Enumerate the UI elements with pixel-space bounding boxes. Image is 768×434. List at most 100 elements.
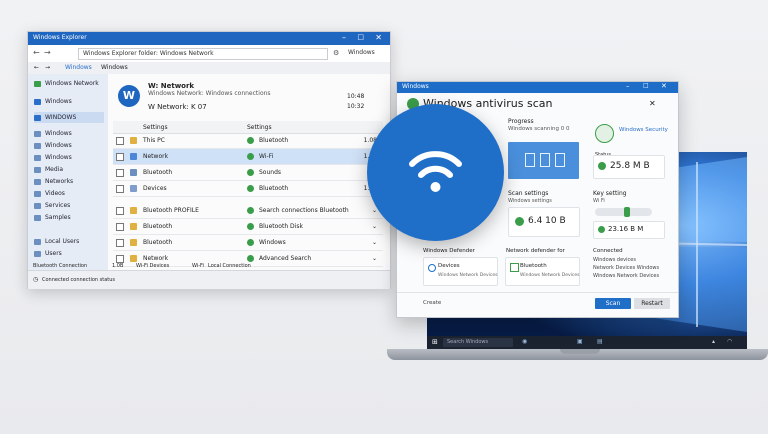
file-icon [525,153,535,167]
status-icon [247,207,254,214]
row-checkbox[interactable] [116,153,124,161]
defender-card[interactable]: Devices Windows Network Devices [423,257,498,286]
close-icon[interactable]: ✕ [649,99,656,108]
row-checkbox[interactable] [116,169,124,177]
start-icon[interactable]: ⊞ [432,338,438,346]
row-checkbox[interactable] [116,207,124,215]
forward-arrow-icon[interactable]: → [45,64,50,71]
app-logo-icon: W [118,85,140,107]
sidebar-item[interactable]: Windows Network [34,78,104,89]
status-item[interactable]: Bluetooth Connection [33,263,87,269]
network-card[interactable]: Bluetooth Windows Network Devices [505,257,580,286]
status-item[interactable]: 1.0B [112,263,123,269]
sidebar-item[interactable]: Videos [34,188,104,199]
tab-windows[interactable]: Windows [65,64,92,71]
maximize-icon[interactable]: □ [357,33,364,41]
folder-icon [34,80,41,87]
status-icon [247,137,254,144]
search-label[interactable]: Windows [348,49,375,56]
folder-icon [34,202,41,209]
close-icon[interactable]: ✕ [375,33,382,42]
sidebar-item[interactable]: Windows [34,152,104,163]
card3-line: Windows devices [593,257,636,263]
wifi-tray-icon[interactable]: ◠ [727,338,732,345]
table-row[interactable]: BluetoothSounds⌄ [113,165,383,181]
sidebar-item[interactable]: Windows [34,128,104,139]
table-row[interactable]: This PC Bluetooth 1.08 [113,133,383,149]
app-header: W W: Network Windows Network: Windows co… [114,79,384,115]
file-icon [130,207,137,214]
folder-icon [34,238,41,245]
taskbar-search[interactable]: Search Windows [443,338,513,347]
status-item[interactable]: Wi-Fi [192,263,204,269]
tab-windows-2[interactable]: Windows [101,64,128,71]
card1-item: Devices [438,263,460,269]
key-slider[interactable] [595,207,652,217]
row-checkbox[interactable] [116,255,124,263]
back-arrow-icon[interactable]: ← [33,48,40,57]
security-check-icon [595,124,614,143]
file-icon [130,169,137,176]
row-checkbox[interactable] [116,137,124,145]
settings-card[interactable]: 6.4 10 B [508,207,580,237]
row-type: Wi-Fi [259,153,274,160]
table-row[interactable]: DevicesBluetooth1.08 [113,181,383,197]
sidebar-item[interactable]: Local Users [34,236,104,247]
restart-button[interactable]: Restart [634,298,670,309]
sidebar-item[interactable]: Services [34,200,104,211]
close-icon[interactable]: ✕ [661,82,667,90]
table-row[interactable]: Bluetooth Bluetooth Disk ⌄ [113,219,383,235]
sidebar-item[interactable]: Windows [34,140,104,151]
file-icon [555,153,565,167]
tray-icon[interactable]: ▴ [712,338,715,345]
footer-divider [397,292,678,293]
row-checkbox[interactable] [116,239,124,247]
taskbar-app-icon[interactable]: ▣ [577,338,583,345]
slider-handle[interactable] [624,207,630,217]
forward-arrow-icon[interactable]: → [44,48,51,57]
column-header-2[interactable]: Settings [247,124,272,131]
card2-title: Network defender for [506,248,565,254]
sidebar-item[interactable]: WINDOWS [34,112,104,123]
scan-button[interactable]: Scan [595,298,631,309]
sidebar-item-label: Windows [45,142,72,149]
sidebar-item[interactable]: Windows [34,96,104,107]
status-dot-icon [598,162,606,170]
row-type: Bluetooth [259,185,289,192]
maximize-icon[interactable]: □ [643,82,649,89]
folder-icon [34,98,41,105]
taskbar-app-icon[interactable]: ◉ [522,338,527,345]
explorer-titlebar: Windows Explorer – □ ✕ [28,32,390,45]
status-icon [247,223,254,230]
status-item[interactable]: Local Connection [208,263,251,269]
taskbar-app-icon[interactable]: ▤ [597,338,603,345]
sidebar-item[interactable]: Samples [34,212,104,223]
sidebar-item-label: Videos [45,190,65,197]
size-card: 25.8 M B [593,155,665,179]
chevron-down-icon[interactable]: ⌄ [372,251,377,266]
file-icon [130,255,137,262]
taskbar: ⊞ Search Windows ◉ ▣ ▤ ▴ ◠ [427,336,747,349]
explorer-window: Windows Explorer – □ ✕ ← → Windows Explo… [27,31,391,289]
row-checkbox[interactable] [116,185,124,193]
row-checkbox[interactable] [116,223,124,231]
back-arrow-icon[interactable]: ← [34,64,39,71]
sidebar-item[interactable]: Networks [34,176,104,187]
row-type: Bluetooth Disk [259,223,303,230]
minimize-icon[interactable]: – [626,82,630,90]
sidebar-item-label: Local Users [45,238,80,245]
gear-icon[interactable]: ⚙ [333,49,339,57]
footer-left[interactable]: Create [423,300,441,306]
sidebar-item[interactable]: Users [34,248,104,259]
scan-progress-panel [508,142,579,179]
minimize-icon[interactable]: – [342,33,346,42]
column-header-1[interactable]: Settings [143,124,168,131]
status-item[interactable]: Wi-Fi Devices [136,263,169,269]
file-icon [130,137,137,144]
table-row[interactable]: Bluetooth Windows ⌄ [113,235,383,251]
card3-title: Connected [593,248,623,254]
table-row[interactable]: Bluetooth PROFILE Search connections Blue… [113,203,383,219]
table-row[interactable]: NetworkWi-Fi1.08 [113,149,383,165]
sidebar-item[interactable]: Media [34,164,104,175]
address-input[interactable]: Windows Explorer folder: Windows Network [78,48,328,60]
